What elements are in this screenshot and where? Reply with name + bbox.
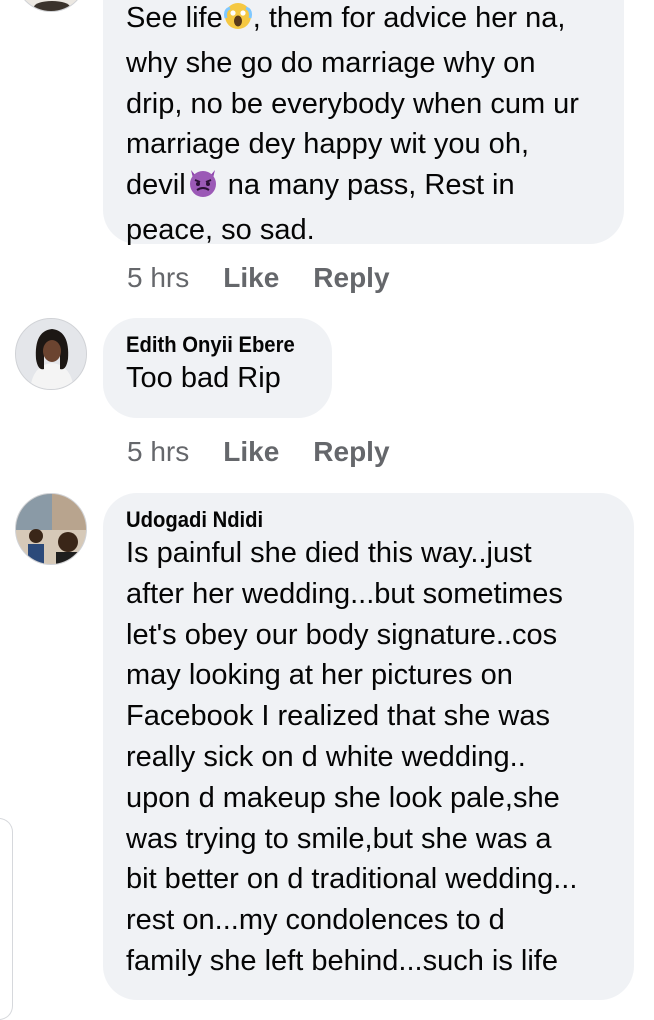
comment-author[interactable]: Edith Onyii Ebere: [126, 332, 295, 358]
comment-text-line: peace, so sad.: [126, 213, 315, 246]
commenter-avatar[interactable]: [15, 318, 87, 390]
profile-photo-icon: [16, 0, 86, 11]
comment-text-line: really sick on d white wedding..: [126, 740, 526, 773]
comment-text-line: let's obey our body signature..cos: [126, 618, 558, 651]
comment-author[interactable]: Udogadi Ndidi: [126, 507, 573, 533]
comment-text-line: Facebook I realized that she was: [126, 700, 550, 733]
comment-timestamp[interactable]: 5 hrs: [127, 262, 189, 294]
comment-text-line: bit better on d traditional wedding...: [126, 863, 578, 896]
like-button[interactable]: Like: [223, 436, 279, 468]
reply-button[interactable]: Reply: [313, 436, 389, 468]
comment-text-line: why she go do marriage why on: [126, 46, 536, 79]
profile-photo-icon: [16, 494, 86, 564]
comment-text-line: after her wedding...but sometimes: [126, 577, 563, 610]
comment-text-line: See life, them for advice her na,: [126, 0, 602, 43]
comment-text-line: rest on...my condolences to d: [126, 904, 505, 937]
angry-devil-emoji-icon: [186, 166, 220, 210]
like-button[interactable]: Like: [223, 262, 279, 294]
comment-text-line: devil na many pass, Rest in: [126, 165, 602, 210]
comment-text-line: may looking at her pictures on: [126, 659, 513, 692]
commenter-avatar[interactable]: [15, 493, 87, 565]
comment-timestamp[interactable]: 5 hrs: [127, 436, 189, 468]
comment-text-line: was trying to smile,but she was a: [126, 822, 552, 855]
comment-actions: 5 hrs Like Reply: [127, 260, 424, 296]
comment-bubble: Udogadi Ndidi Is painful she died this w…: [103, 493, 634, 1000]
scream-face-emoji-icon: [223, 1, 253, 43]
comment-actions: 5 hrs Like Reply: [127, 434, 424, 470]
comment-text-line: marriage dey happy wit you oh,: [126, 128, 529, 161]
profile-photo-icon: [16, 319, 86, 389]
comment-text-line: Is painful she died this way..just: [126, 537, 532, 569]
reply-button[interactable]: Reply: [313, 262, 389, 294]
comment-bubble: Edith Onyii Ebere Too bad Rip: [103, 318, 332, 418]
comment-text-line: drip, no be everybody when cum ur: [126, 87, 579, 120]
comment-bubble: See life, them for advice her na, why sh…: [103, 0, 624, 246]
commenter-avatar[interactable]: [15, 0, 87, 12]
comment-text-line: family she left behind...such is life: [126, 944, 558, 977]
side-card-edge: [0, 818, 13, 1020]
comment-text-line: upon d makeup she look pale,she: [126, 781, 560, 814]
comment-text-line: Too bad Rip: [126, 362, 281, 394]
